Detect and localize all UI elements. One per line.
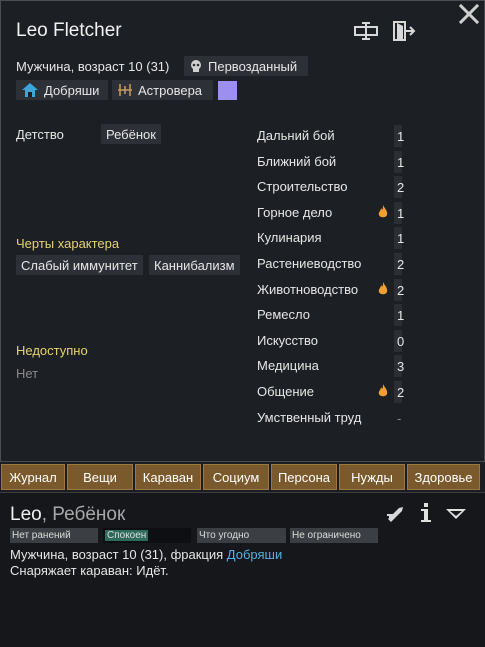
passion-flame-icon [378,282,388,295]
skill-row[interactable]: Строительство 2 [257,176,407,198]
status-health[interactable]: Нет ранений [10,528,98,543]
faction-tag-label: Добряши [44,82,100,98]
inspector-activity: Снаряжает караван: Идёт. [10,563,169,578]
skill-name: Общение [257,384,315,399]
skill-name: Растениеводство [257,256,362,271]
skill-level: 2 [397,283,405,298]
incapable-title: Недоступно [16,343,88,358]
status-mood-label: Спокоен [105,530,149,541]
tab-health[interactable]: Здоровье [407,464,480,490]
inspect-tabs: Журнал Вещи Караван Социум Персона Нужды… [0,464,485,490]
skill-row[interactable]: Искусство 0 [257,330,407,352]
skull-icon [190,60,202,72]
skill-name: Ближний бой [257,154,337,169]
story-tag-label: Первозданный [208,58,298,74]
skill-level: 0 [397,334,405,349]
childhood-backstory[interactable]: Ребёнок [101,124,161,144]
inspector-desc-text: Мужчина, возраст 10 (31), фракция [10,547,227,562]
skill-name: Животноводство [257,282,359,297]
skill-row[interactable]: Умственный труд - [257,407,407,429]
pawn-name[interactable]: Leo Fletcher [16,20,122,42]
tab-caravan[interactable]: Караван [135,464,201,490]
skill-name: Кулинария [257,230,322,245]
ideoligion-tag[interactable]: Астровера [112,80,213,100]
skill-level: 2 [397,180,405,195]
incapable-value: Нет [16,366,39,381]
collapse-icon[interactable] [445,503,467,523]
story-tag[interactable]: Первозданный [184,56,308,76]
skill-level: 1 [397,206,405,221]
status-food-restriction[interactable]: Что угодно [197,528,286,543]
skill-name: Строительство [257,179,348,194]
skill-row[interactable]: Общение 2 [257,381,407,403]
banish-icon[interactable] [392,21,416,41]
inspector-pawn-title: Ребёнок [52,504,126,525]
skill-name: Ремесло [257,307,310,322]
skill-level: - [397,411,402,426]
skill-name: Дальний бой [257,128,335,143]
inspector-description: Мужчина, возраст 10 (31), фракция Добряш… [10,547,282,562]
info-icon[interactable] [415,503,437,523]
status-area-restriction[interactable]: Не ограничено [290,528,378,543]
skill-level: 1 [397,231,405,246]
passion-flame-icon [378,384,388,397]
inspector-icons [385,503,467,523]
skill-row[interactable]: Кулинария 1 [257,227,407,249]
draft-icon[interactable] [385,503,407,523]
faction-tag[interactable]: Добряши [16,80,108,100]
tab-log[interactable]: Журнал [1,464,65,490]
childhood-label: Детство [16,127,64,142]
tab-social[interactable]: Социум [203,464,269,490]
inspector-title[interactable]: Leo, Ребёнок [10,504,125,526]
skill-row[interactable]: Медицина 3 [257,355,407,377]
character-card-panel: Leo Fletcher Мужчина, возраст 10 (31) Пе… [0,0,485,462]
traits-title: Черты характера [16,236,120,251]
status-mood[interactable]: Спокоен [103,528,191,543]
skill-row[interactable]: Растениеводство 2 [257,253,407,275]
inspector-comma: , [41,504,53,525]
skill-level: 2 [397,385,405,400]
close-icon[interactable] [458,3,480,25]
skill-level: 3 [397,359,405,374]
skill-name: Медицина [257,358,319,373]
tab-gear[interactable]: Вещи [67,464,133,490]
favorite-color-swatch[interactable] [218,81,237,100]
tab-needs[interactable]: Нужды [339,464,405,490]
passion-flame-icon [378,205,388,218]
tab-character[interactable]: Персона [271,464,337,490]
skill-name: Искусство [257,333,318,348]
skill-name: Горное дело [257,205,333,220]
skill-row[interactable]: Дальний бой 1 [257,125,407,147]
rename-icon[interactable] [354,21,378,41]
faction-link[interactable]: Добряши [227,547,282,562]
skill-level: 1 [397,308,405,323]
ideoligion-tag-label: Астровера [138,82,203,98]
skill-level: 1 [397,155,405,170]
trait-chip[interactable]: Слабый иммунитет [16,255,143,275]
skill-level: 1 [397,129,405,144]
skill-level: 2 [397,257,405,272]
faction-house-icon [22,83,38,97]
skill-row[interactable]: Ремесло 1 [257,304,407,326]
ideoligion-icon [118,83,132,97]
inspector-pawn-name: Leo [10,504,42,525]
trait-chip[interactable]: Каннибализм [149,255,240,275]
skill-row[interactable]: Горное дело 1 [257,202,407,224]
pawn-gender-age: Мужчина, возраст 10 (31) [16,59,170,74]
skill-row[interactable]: Животноводство 2 [257,279,407,301]
skill-name: Умственный труд [257,410,362,425]
inspector-pane: Leo, Ребёнок Нет ранений Спокоен Что уго… [0,492,485,647]
skill-row[interactable]: Ближний бой 1 [257,151,407,173]
